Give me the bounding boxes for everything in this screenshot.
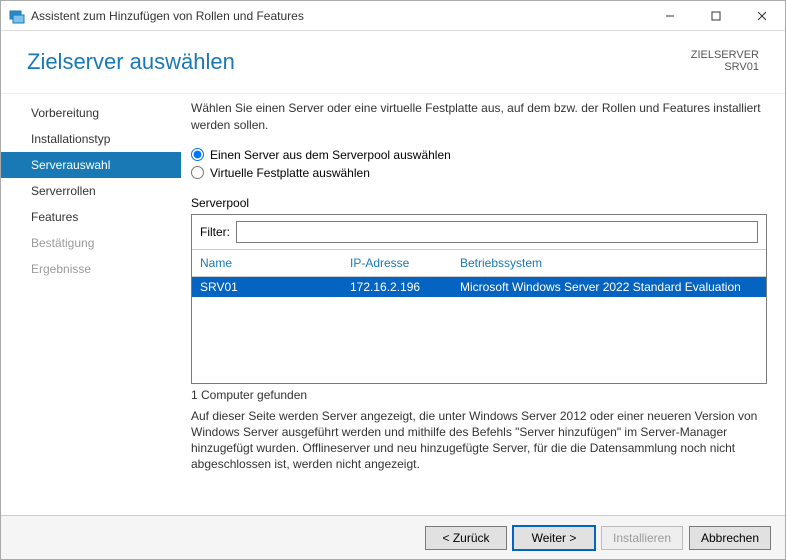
wizard-sidebar: Vorbereitung Installationstyp Serverausw… (1, 94, 181, 515)
footnote-text: Auf dieser Seite werden Server angezeigt… (191, 408, 767, 473)
cell-ip: 172.16.2.196 (350, 280, 460, 294)
footer: < Zurück Weiter > Installieren Abbrechen (1, 515, 785, 559)
titlebar: Assistent zum Hinzufügen von Rollen und … (1, 1, 785, 31)
destination-block: ZIELSERVER SRV01 (691, 49, 759, 73)
found-count: 1 Computer gefunden (191, 388, 767, 402)
destination-value: SRV01 (691, 61, 759, 73)
sidebar-item-serverrollen[interactable]: Serverrollen (1, 178, 181, 204)
minimize-button[interactable] (647, 1, 693, 31)
col-header-name[interactable]: Name (200, 256, 350, 270)
sidebar-item-ergebnisse: Ergebnisse (1, 256, 181, 282)
close-button[interactable] (739, 1, 785, 31)
sidebar-item-bestaetigung: Bestätigung (1, 230, 181, 256)
page-title: Zielserver auswählen (27, 49, 235, 75)
table-header: Name IP-Adresse Betriebssystem (192, 250, 766, 277)
radio-server-pool-label: Einen Server aus dem Serverpool auswähle… (210, 148, 451, 162)
next-button[interactable]: Weiter > (513, 526, 595, 550)
app-icon (9, 8, 25, 24)
col-header-os[interactable]: Betriebssystem (460, 256, 758, 270)
radio-vhd-label: Virtuelle Festplatte auswählen (210, 166, 370, 180)
cell-os: Microsoft Windows Server 2022 Standard E… (460, 280, 758, 294)
radio-server-pool-input[interactable] (191, 148, 204, 161)
filter-label: Filter: (200, 225, 230, 239)
filter-input[interactable] (236, 221, 758, 243)
maximize-button[interactable] (693, 1, 739, 31)
cell-name: SRV01 (200, 280, 350, 294)
serverpool-label: Serverpool (191, 196, 767, 210)
server-pool-box: Filter: Name IP-Adresse Betriebssystem S… (191, 214, 767, 384)
col-header-ip[interactable]: IP-Adresse (350, 256, 460, 270)
instruction-text: Wählen Sie einen Server oder eine virtue… (191, 100, 767, 134)
window-title: Assistent zum Hinzufügen von Rollen und … (31, 9, 647, 23)
filter-row: Filter: (192, 215, 766, 250)
header: Zielserver auswählen ZIELSERVER SRV01 (1, 31, 785, 94)
sidebar-item-features[interactable]: Features (1, 204, 181, 230)
radio-server-pool[interactable]: Einen Server aus dem Serverpool auswähle… (191, 148, 767, 162)
install-button: Installieren (601, 526, 683, 550)
destination-label: ZIELSERVER (691, 49, 759, 61)
sidebar-item-serverauswahl[interactable]: Serverauswahl (1, 152, 181, 178)
cancel-button[interactable]: Abbrechen (689, 526, 771, 550)
table-body: SRV01 172.16.2.196 Microsoft Windows Ser… (192, 277, 766, 383)
radio-vhd[interactable]: Virtuelle Festplatte auswählen (191, 166, 767, 180)
sidebar-item-installationstyp[interactable]: Installationstyp (1, 126, 181, 152)
radio-vhd-input[interactable] (191, 166, 204, 179)
back-button[interactable]: < Zurück (425, 526, 507, 550)
sidebar-item-vorbereitung[interactable]: Vorbereitung (1, 100, 181, 126)
table-row[interactable]: SRV01 172.16.2.196 Microsoft Windows Ser… (192, 277, 766, 297)
main-content: Wählen Sie einen Server oder eine virtue… (181, 94, 785, 515)
